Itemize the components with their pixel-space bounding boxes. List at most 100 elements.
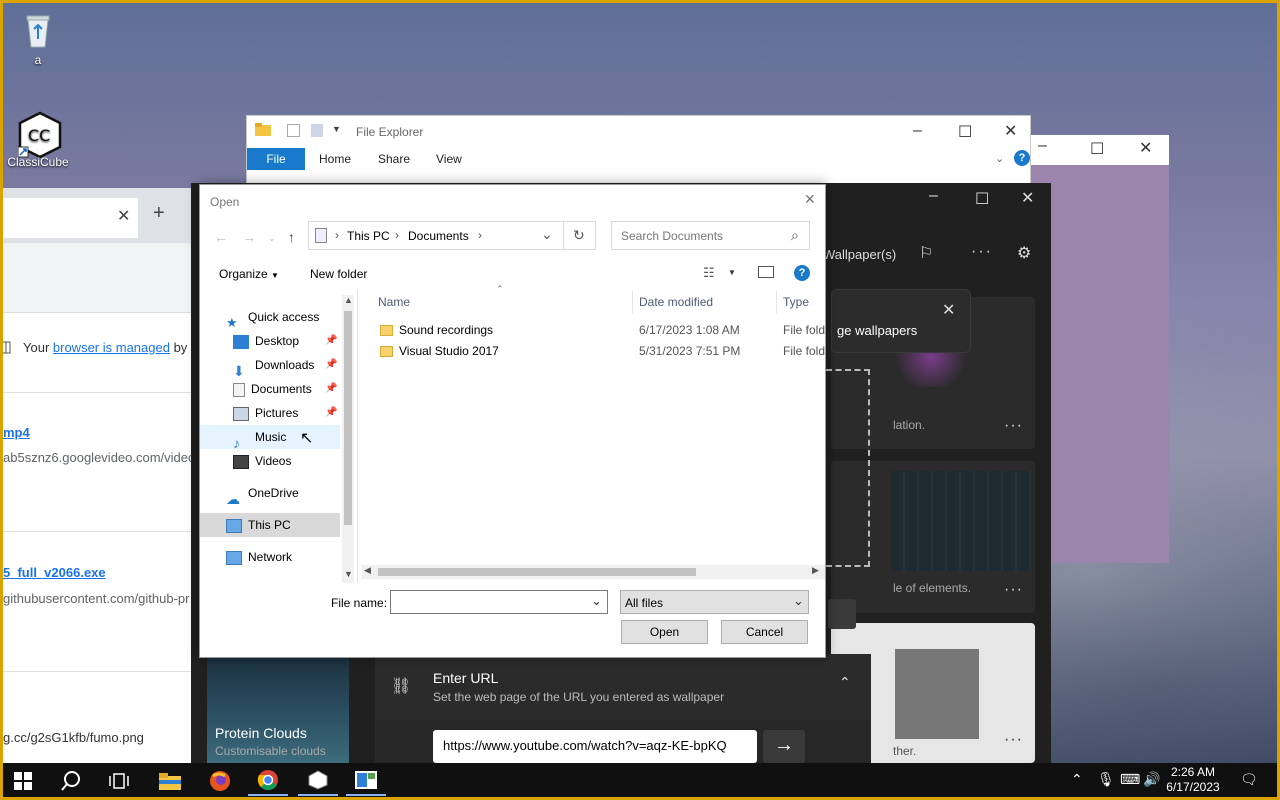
taskbar-classicube[interactable] [298,766,338,796]
taskbar-file-explorer[interactable] [150,766,190,796]
chevron-down-icon[interactable]: ▼ [332,124,341,134]
pin-icon[interactable]: 📌 [325,335,337,346]
wallpapers-label[interactable]: Wallpaper(s) [823,247,896,262]
chevron-down-icon[interactable]: ⌄ [995,152,1004,165]
more-icon[interactable]: ··· [971,243,993,261]
refresh-icon[interactable]: ↻ [573,227,585,244]
nav-item-onedrive[interactable]: ☁ OneDrive [226,481,299,507]
file-row[interactable]: Sound recordings [380,320,493,341]
ribbon-tab-home[interactable]: Home [319,152,351,166]
close-icon[interactable]: ✕ [1139,138,1152,158]
up-arrow-icon[interactable]: ↑ [288,229,295,245]
open-button[interactable]: Open [621,620,708,644]
ribbon-tab-share[interactable]: Share [378,152,410,166]
taskbar-wallpaper-app[interactable] [346,766,386,796]
pin-icon[interactable]: 📌 [325,383,337,394]
horizontal-scrollbar[interactable]: ◀ ▶ [362,565,825,579]
pin-icon[interactable]: 📌 [325,359,337,370]
properties-icon[interactable] [287,124,300,137]
managed-link[interactable]: browser is managed [53,340,170,355]
nav-item-pictures[interactable]: Pictures [233,401,298,425]
cancel-button[interactable]: Cancel [721,620,808,644]
browse-button[interactable] [828,599,856,629]
close-icon[interactable]: ✕ [942,300,955,320]
scrollbar-thumb[interactable] [344,311,352,525]
download-link[interactable]: mp4 [3,425,30,440]
view-options-icon[interactable]: ☷ [703,265,715,281]
breadcrumb-this-pc[interactable]: This PC [347,229,390,243]
chevron-down-icon[interactable]: ⌄ [268,233,276,244]
maximize-icon[interactable]: ☐ [975,189,989,209]
breadcrumb-documents[interactable]: Documents [408,229,469,243]
file-row[interactable]: Visual Studio 2017 [380,341,499,362]
start-button[interactable] [3,766,43,796]
help-icon[interactable]: ? [1014,150,1030,166]
protein-clouds-card[interactable]: Protein Clouds Customisable clouds [207,657,349,763]
search-input[interactable]: Search Documents [621,229,723,243]
new-folder-button[interactable]: New folder [310,267,367,281]
maximize-icon[interactable]: ☐ [958,122,972,142]
drop-zone[interactable] [826,369,870,567]
nav-item-quick-access[interactable]: ★ Quick access [226,305,319,330]
search-icon[interactable]: ⌕ [791,227,799,244]
settings-icon[interactable]: ⚙ [1017,243,1031,263]
scroll-left-icon[interactable]: ◀ [364,565,371,576]
maximize-icon[interactable]: ☐ [1090,139,1104,159]
microphone-icon[interactable]: 🎙 [1097,771,1115,788]
chevron-up-icon[interactable]: ⌃ [1071,771,1083,788]
chevron-up-icon[interactable]: ⌃ [839,674,851,691]
organize-menu[interactable]: Organize ▼ [219,267,279,281]
scroll-down-icon[interactable]: ▼ [344,569,353,579]
minimize-icon[interactable]: – [913,122,922,140]
enter-url-panel[interactable]: ⛓ Enter URL Set the web page of the URL … [375,654,871,720]
pin-icon[interactable]: 📌 [325,407,337,418]
new-tab-icon[interactable]: + [153,202,165,225]
nav-scrollbar[interactable]: ▲ ▼ [342,295,354,583]
nav-item-desktop[interactable]: Desktop [233,329,299,353]
close-icon[interactable]: ✕ [804,191,816,208]
url-input[interactable]: https://www.youtube.com/watch?v=aqz-KE-b… [433,730,757,763]
clock[interactable]: 2:26 AM 6/17/2023 [1153,765,1233,795]
search-button[interactable] [51,766,91,796]
notification-icon[interactable]: 🗨 [1240,771,1258,788]
nav-item-videos[interactable]: Videos [233,449,291,473]
task-view-button[interactable] [99,766,139,796]
address-bar[interactable]: › This PC › Documents › ⌄ ↻ [308,221,596,250]
more-icon[interactable]: ··· [1004,731,1023,749]
ribbon-tab-view[interactable]: View [436,152,462,166]
chevron-down-icon[interactable]: ⌄ [541,226,553,243]
go-arrow-icon[interactable]: → [763,730,805,763]
help-icon[interactable]: ? [794,265,810,281]
more-icon[interactable]: ··· [1004,581,1023,599]
new-folder-icon[interactable] [311,124,323,137]
forward-arrow-icon[interactable]: → [242,229,256,245]
taskbar-chrome[interactable] [248,766,288,796]
scrollbar-thumb[interactable] [378,568,696,576]
column-header-name[interactable]: Name [378,295,410,309]
close-tab-icon[interactable]: ✕ [117,206,130,226]
chevron-down-icon[interactable]: ⌄ [591,593,602,609]
network-icon[interactable]: ⌨ [1120,771,1140,788]
taskbar-firefox[interactable] [200,766,240,796]
preview-pane-icon[interactable] [758,266,774,278]
nav-item-downloads[interactable]: ⬇ Downloads [233,353,314,379]
nav-item-network[interactable]: Network [226,545,292,569]
close-icon[interactable]: ✕ [1021,188,1034,208]
file-type-select[interactable]: All files ⌄ [620,590,809,614]
desktop-icon-recycle-bin[interactable]: a [3,9,73,67]
back-arrow-icon[interactable]: ← [214,229,228,245]
nav-item-documents[interactable]: Documents [233,377,312,401]
close-icon[interactable]: ✕ [1004,121,1017,141]
chevron-down-icon[interactable]: ▼ [728,268,736,277]
column-header-date[interactable]: Date modified [639,295,713,309]
minimize-icon[interactable]: – [1038,137,1047,155]
file-name-input[interactable]: ⌄ [390,590,608,614]
flag-icon[interactable]: ⚐ [919,243,933,263]
minimize-icon[interactable]: – [929,187,938,205]
column-header-type[interactable]: Type [783,295,809,309]
download-link[interactable]: 5_full_v2066.exe [3,565,106,580]
nav-item-this-pc[interactable]: This PC [226,513,291,537]
scroll-right-icon[interactable]: ▶ [812,565,819,576]
scroll-up-icon[interactable]: ▲ [344,295,353,305]
search-box[interactable]: Search Documents ⌕ [611,221,810,250]
